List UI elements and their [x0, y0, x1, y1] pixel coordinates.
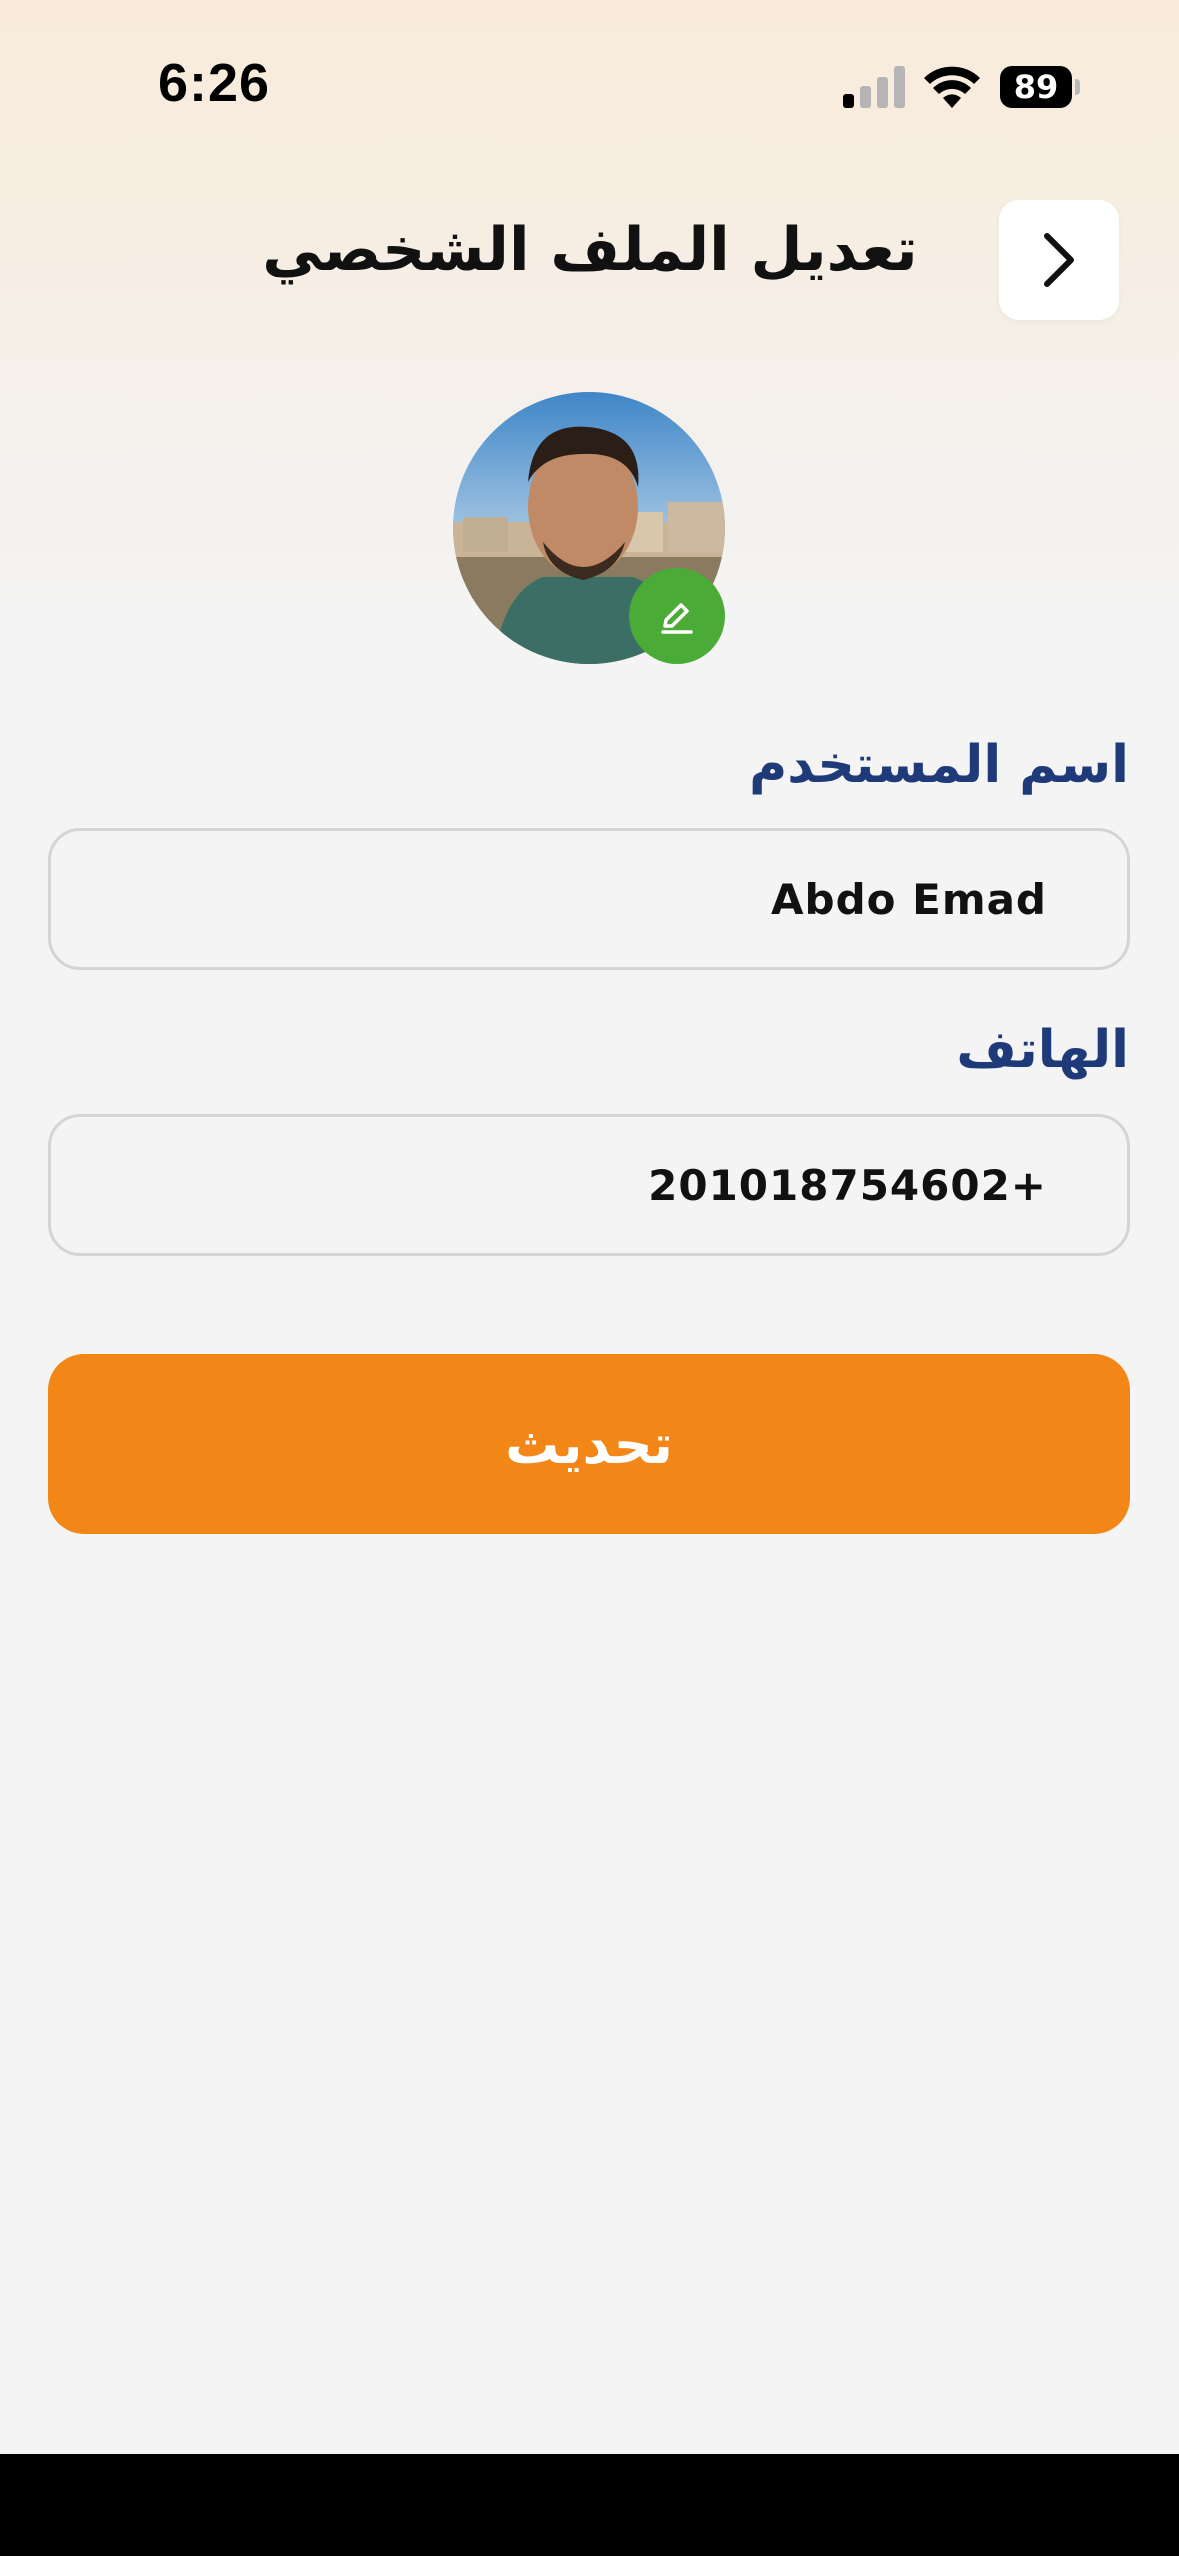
page-title: تعديل الملف الشخصي — [262, 215, 918, 285]
status-time: 6:26 — [158, 53, 271, 113]
username-value: Abdo Emad — [771, 874, 1047, 924]
pencil-icon — [661, 603, 693, 634]
back-button[interactable] — [999, 200, 1119, 320]
phone-field[interactable]: 201018754602+ — [48, 1114, 1130, 1256]
username-field[interactable]: Abdo Emad — [48, 828, 1130, 970]
battery-icon: 89 — [1000, 66, 1080, 108]
update-button[interactable]: تحديث — [48, 1354, 1130, 1534]
wifi-icon — [924, 66, 980, 108]
battery-level: 89 — [1000, 66, 1072, 108]
chevron-right-icon — [1044, 233, 1074, 287]
username-label: اسم المستخدم — [749, 735, 1129, 795]
edit-avatar-button[interactable] — [629, 568, 725, 664]
phone-value: 201018754602+ — [648, 1160, 1047, 1210]
phone-label: الهاتف — [956, 1020, 1129, 1080]
bottom-bar — [0, 2454, 1179, 2556]
cellular-signal-icon — [843, 66, 905, 108]
battery-tip — [1075, 79, 1080, 95]
status-bar: 6:26 89 — [0, 0, 1179, 160]
